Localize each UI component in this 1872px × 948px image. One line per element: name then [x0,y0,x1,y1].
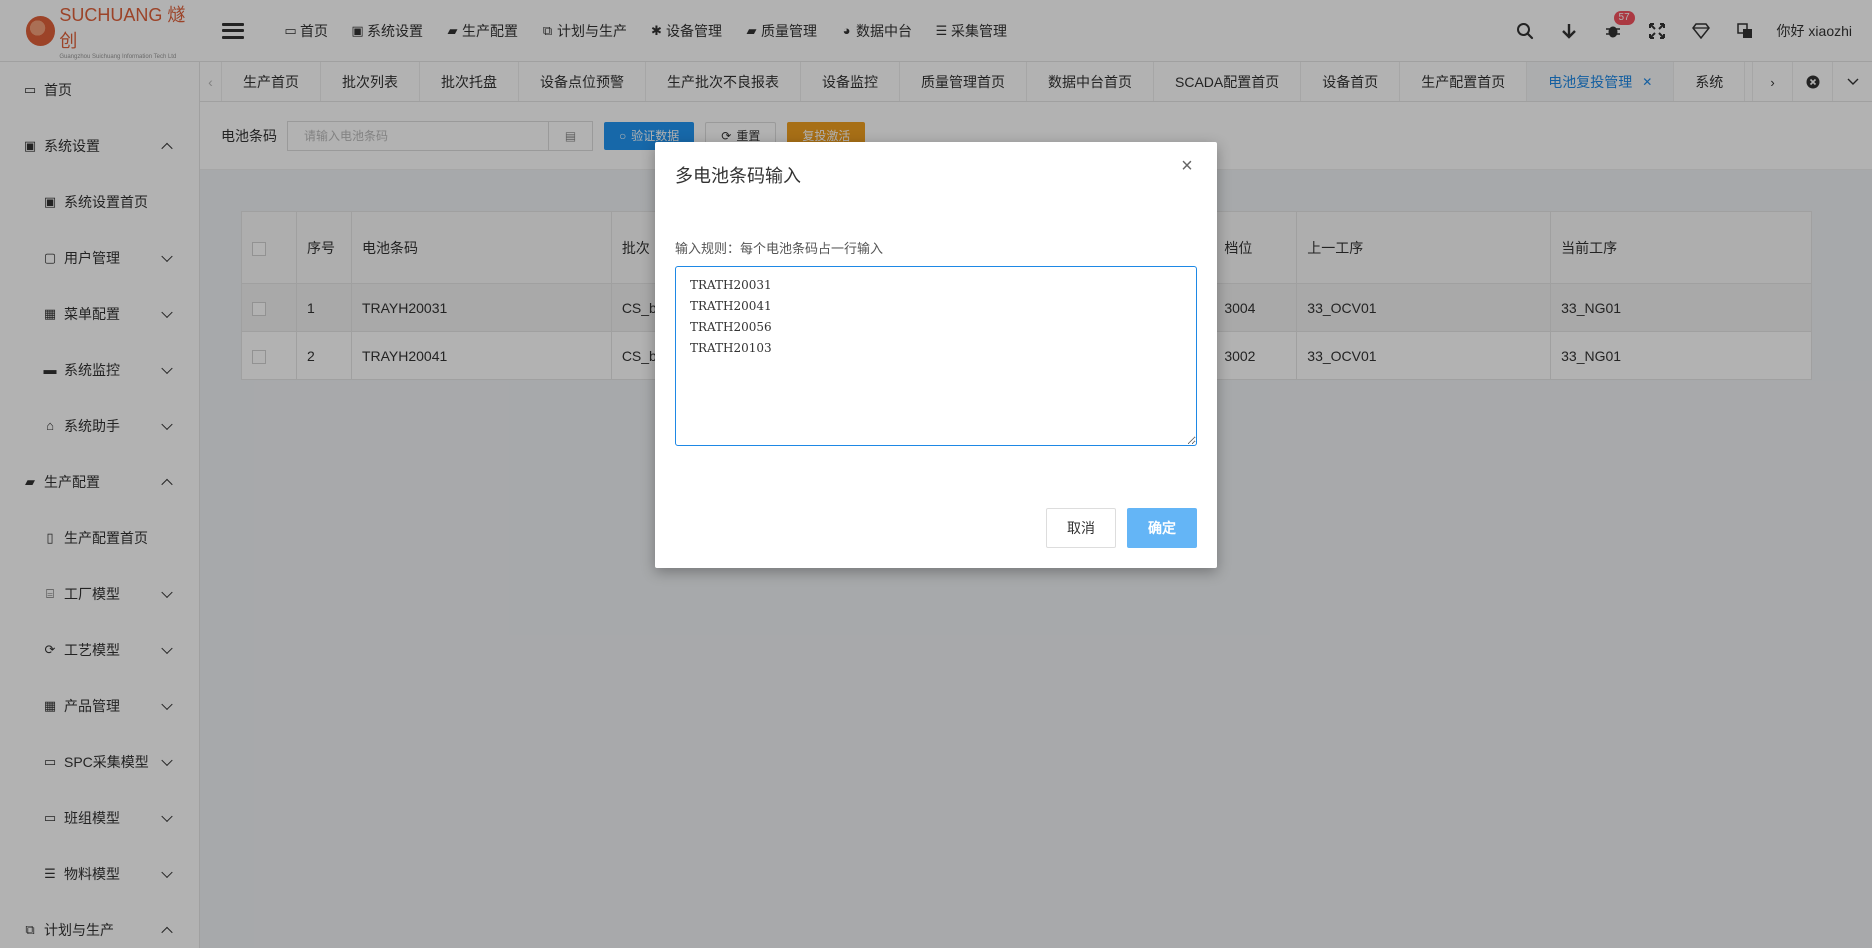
dialog-title: 多电池条码输入 [675,166,801,186]
cancel-button[interactable]: 取消 [1046,508,1116,548]
multi-barcode-dialog: 多电池条码输入 × 输入规则：每个电池条码占一行输入 TRATH20031 TR… [655,142,1217,568]
close-icon[interactable]: × [1177,156,1197,176]
input-rule-text: 输入规则：每个电池条码占一行输入 [675,241,884,256]
barcode-textarea[interactable]: TRATH20031 TRATH20041 TRATH20056 TRATH20… [675,266,1197,446]
confirm-button[interactable]: 确定 [1127,508,1197,548]
